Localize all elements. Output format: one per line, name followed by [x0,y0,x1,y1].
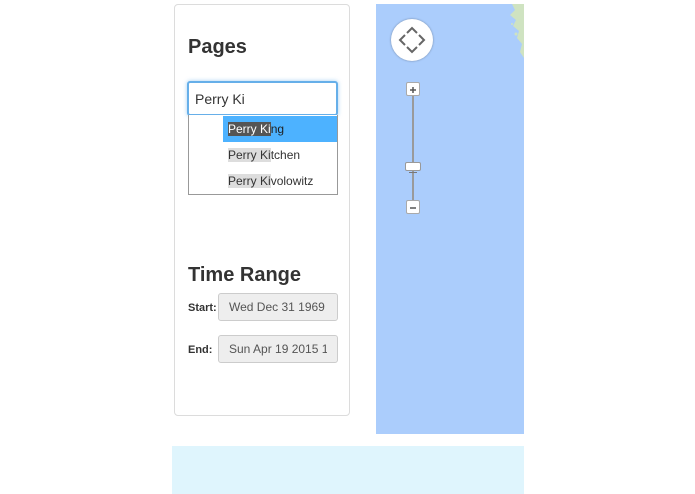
suggestion-rest: tchen [270,148,301,162]
map-view[interactable] [376,4,524,434]
end-label: End: [188,344,213,356]
suggestion-match: Perry Ki [228,148,271,162]
zoom-in-icon [410,87,416,93]
time-range-title: Time Range [188,264,301,286]
start-date-field[interactable] [218,293,338,321]
map-land [510,4,524,58]
suggestion-rest: ng [270,122,285,136]
end-date-field[interactable] [218,335,338,363]
zoom-out-button[interactable] [406,200,420,214]
suggestion-match: Perry Ki [228,174,271,188]
autocomplete-dropdown: Perry King Perry Kitchen Perry Kivolowit… [188,115,338,195]
zoom-track[interactable] [412,94,414,206]
pages-title: Pages [188,36,247,58]
page-search-input[interactable] [187,81,338,116]
suggestion-rest: volowitz [270,174,314,188]
sidebar-panel: Pages Perry King Perry Kitchen Perry Kiv… [174,4,350,416]
slider-grip-icon [409,172,417,173]
start-label: Start: [188,302,217,314]
zoom-out-icon [410,207,416,209]
suggestion-item[interactable]: Perry Kitchen [223,142,337,168]
zoom-slider-handle[interactable] [405,162,421,173]
pan-control[interactable] [391,19,433,61]
suggestion-item[interactable]: Perry Kivolowitz [223,168,337,194]
zoom-in-button[interactable] [406,82,420,96]
suggestion-match: Perry Ki [228,122,271,136]
pan-icon [398,26,426,54]
suggestion-item[interactable]: Perry King [223,116,337,142]
footer-strip [172,446,524,494]
